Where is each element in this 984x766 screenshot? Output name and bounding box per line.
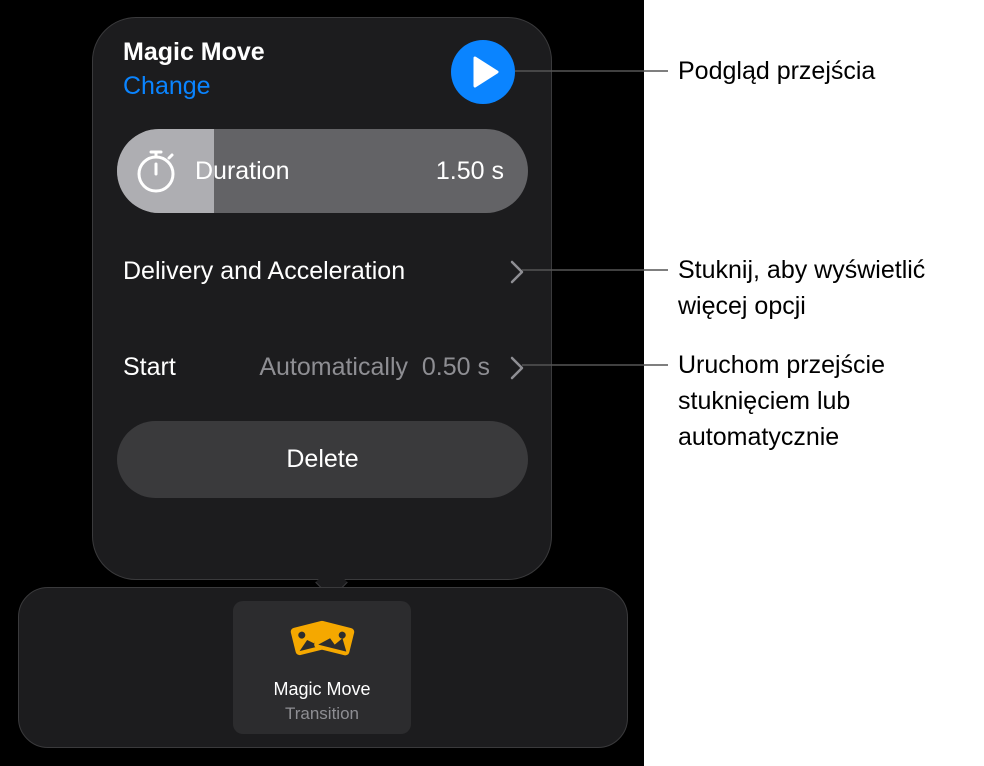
callout-play-preview: Podgląd przejścia (678, 57, 876, 85)
callout-more-options: Stuknij, aby wyświetlić więcej opcji (678, 256, 926, 320)
callout-start-trigger: Uruchom przejście stuknięciem lub automa… (678, 351, 886, 451)
